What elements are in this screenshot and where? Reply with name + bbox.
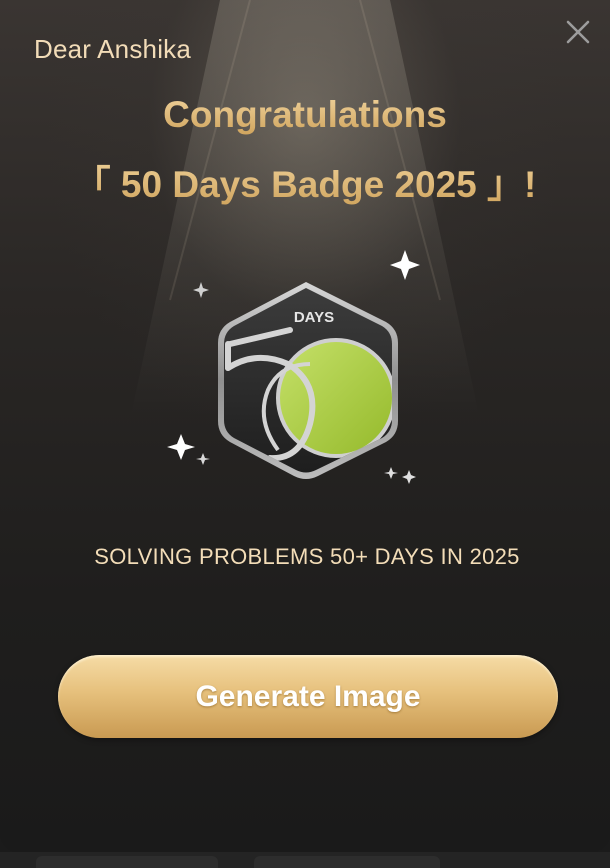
sparkle-icon — [193, 282, 209, 298]
badge-name-heading: 「 50 Days Badge 2025 」! — [0, 154, 610, 208]
sparkle-icon — [196, 453, 210, 465]
background-tab — [36, 856, 218, 868]
badge-graphic: DAYS — [167, 250, 420, 484]
sparkle-icon — [167, 434, 195, 460]
sparkle-icon — [402, 470, 416, 484]
badge-award-modal: Dear Anshika Congratulations 「 50 Days B… — [0, 0, 610, 852]
sparkle-icon — [384, 467, 398, 479]
sparkle-icon — [390, 250, 420, 280]
badge-description: SOLVING PROBLEMS 50+ DAYS IN 2025 — [94, 544, 520, 569]
close-button[interactable] — [560, 14, 596, 50]
greeting-text: Dear Anshika — [34, 34, 192, 64]
background-tab — [254, 856, 440, 868]
generate-image-button[interactable]: Generate Image — [58, 655, 558, 738]
congratulations-heading: Congratulations — [0, 94, 610, 136]
close-icon — [566, 20, 590, 44]
badge-illustration: DAYS — [160, 240, 440, 500]
badge-days-label: DAYS — [294, 309, 334, 326]
